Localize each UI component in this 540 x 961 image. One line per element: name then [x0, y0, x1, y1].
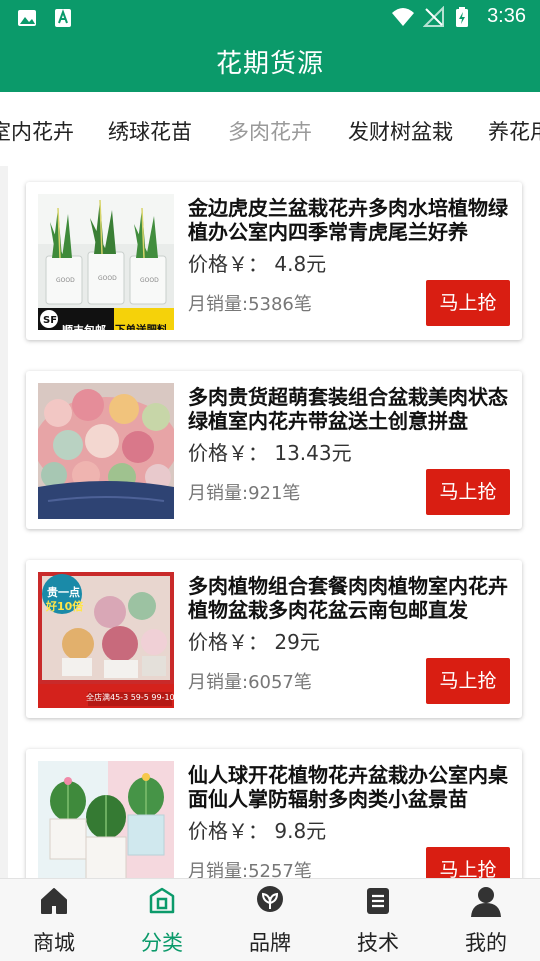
status-time: 3:36	[487, 5, 526, 27]
nav-label: 品牌	[249, 931, 291, 955]
product-image-cactus	[38, 761, 174, 878]
promo-badge-line2: 好10倍	[46, 600, 84, 613]
product-card[interactable]: 贵一点 好10倍 全店满45-3 59-5 99-10 多肉植物组合套餐肉肉植物…	[26, 560, 522, 718]
product-title[interactable]: 金边虎皮兰盆栽花卉多肉水培植物绿植办公室内四季常青虎尾兰好养	[188, 196, 510, 244]
nav-item-mine[interactable]: 我的	[432, 879, 540, 961]
product-price: 价格￥： 29元	[188, 630, 320, 654]
discount-badge: 全店满45-3 59-5 99-10	[86, 693, 174, 702]
buy-now-button[interactable]: 马上抢	[426, 280, 510, 326]
image-icon	[16, 7, 38, 29]
product-price: 价格￥： 9.8元	[188, 819, 327, 843]
monthly-sales: 月销量:6057笔	[188, 672, 312, 693]
buy-now-button[interactable]: 马上抢	[426, 658, 510, 704]
nav-label: 我的	[465, 931, 507, 955]
tab-hydrangea[interactable]: 绣球花苗	[108, 116, 192, 146]
svg-text:GOOD: GOOD	[56, 277, 75, 284]
product-image-succulent-set	[38, 383, 174, 519]
status-bar: 3:36	[0, 0, 540, 36]
category-tabs: 室内花卉 绣球花苗 多肉花卉 发财树盆栽 养花用	[0, 92, 540, 166]
nav-item-tech[interactable]: 技术	[324, 879, 432, 961]
monthly-sales: 月销量:5257笔	[188, 861, 312, 878]
product-image-snake-plant: GOOD GOOD GOOD SF 顺丰包邮 下单送肥料	[38, 194, 174, 330]
nav-item-mall[interactable]: 商城	[0, 879, 108, 961]
person-icon	[470, 885, 502, 917]
product-title[interactable]: 多肉贵货超萌套装组合盆栽美肉状态绿植室内花卉带盆送土创意拼盘	[188, 385, 510, 433]
svg-text:GOOD: GOOD	[140, 277, 159, 284]
category-icon	[146, 885, 178, 917]
monthly-sales: 月销量:921笔	[188, 483, 301, 504]
tab-succulents[interactable]: 多肉花卉	[228, 116, 312, 146]
product-image-succulent-combo: 贵一点 好10倍 全店满45-3 59-5 99-10	[38, 572, 174, 708]
tab-indoor-flowers[interactable]: 室内花卉	[0, 116, 74, 146]
buy-now-button[interactable]: 马上抢	[426, 469, 510, 515]
tab-money-tree[interactable]: 发财树盆栽	[348, 116, 453, 146]
svg-text:SF: SF	[43, 315, 57, 326]
svg-text:GOOD: GOOD	[98, 275, 117, 282]
product-title[interactable]: 多肉植物组合套餐肉肉植物室内花卉植物盆栽多肉花盆云南包邮直发	[188, 574, 510, 622]
buy-now-button[interactable]: 马上抢	[426, 847, 510, 878]
no-signal-icon	[422, 5, 445, 28]
tab-gardening-supplies[interactable]: 养花用	[488, 116, 540, 146]
home-icon	[38, 885, 70, 917]
app-notification-icon	[52, 7, 74, 29]
product-title[interactable]: 仙人球开花植物花卉盆栽办公室内桌面仙人掌防辐射多肉类小盆景苗	[188, 763, 510, 811]
product-list: GOOD GOOD GOOD SF 顺丰包邮 下单送肥料 金边虎皮兰盆栽花卉多肉…	[8, 166, 540, 878]
nav-label: 技术	[357, 931, 399, 955]
product-card[interactable]: 仙人球开花植物花卉盆栽办公室内桌面仙人掌防辐射多肉类小盆景苗 价格￥： 9.8元…	[26, 749, 522, 878]
document-icon	[362, 885, 394, 917]
shipping-badge: 顺丰包邮	[62, 322, 106, 330]
product-list-container[interactable]: GOOD GOOD GOOD SF 顺丰包邮 下单送肥料 金边虎皮兰盆栽花卉多肉…	[0, 166, 540, 878]
product-price: 价格￥： 13.43元	[188, 441, 352, 465]
gift-badge: 下单送肥料	[115, 324, 168, 330]
nav-item-brand[interactable]: 品牌	[216, 879, 324, 961]
battery-charging-icon	[455, 6, 477, 28]
nav-item-category[interactable]: 分类	[108, 879, 216, 961]
bottom-navigation: 商城 分类 品牌 技术 我的	[0, 878, 540, 961]
monthly-sales: 月销量:5386笔	[188, 294, 312, 315]
product-card[interactable]: GOOD GOOD GOOD SF 顺丰包邮 下单送肥料 金边虎皮兰盆栽花卉多肉…	[26, 182, 522, 340]
app-bar: 花期货源	[0, 36, 540, 92]
nav-label: 分类	[141, 931, 183, 955]
page-title: 花期货源	[215, 49, 324, 79]
product-price: 价格￥： 4.8元	[188, 252, 327, 276]
wifi-icon	[391, 6, 415, 28]
brand-icon	[254, 885, 286, 917]
product-card[interactable]: 多肉贵货超萌套装组合盆栽美肉状态绿植室内花卉带盆送土创意拼盘 价格￥： 13.4…	[26, 371, 522, 529]
nav-label: 商城	[33, 931, 75, 955]
